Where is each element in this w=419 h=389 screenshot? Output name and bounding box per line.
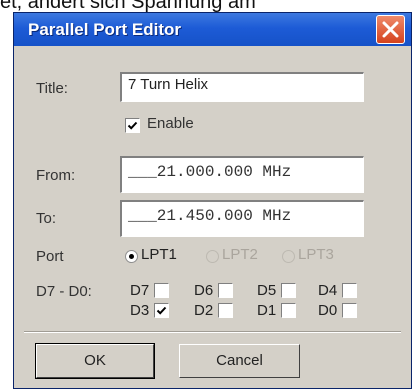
bit-d2-label: D2: [194, 302, 214, 319]
from-label: From:: [36, 167, 76, 184]
bit-d5-label: D5: [257, 282, 277, 299]
bit-d4-checkbox[interactable]: [342, 283, 357, 298]
bit-d1-label: D1: [257, 302, 277, 319]
bit-d6-checkbox[interactable]: [218, 283, 233, 298]
port-label: Port: [36, 248, 64, 265]
parallel-port-editor-dialog: Parallel Port Editor Title: 7 Turn Helix…: [13, 12, 412, 389]
bit-d1-checkbox[interactable]: [281, 303, 296, 318]
bit-d3-label: D3: [130, 302, 150, 319]
lpt3-radio: [282, 250, 295, 263]
ok-button[interactable]: OK: [35, 343, 155, 379]
title-label-text: Title:: [36, 80, 68, 97]
bits-label: D7 - D0:: [36, 283, 92, 300]
dialog-body: Title: 7 Turn Helix Enable From: ___21.0…: [14, 46, 411, 388]
to-label: To:: [36, 210, 57, 227]
bit-d7-label: D7: [130, 282, 150, 299]
lpt3-label: LPT3: [298, 246, 334, 263]
from-frequency-input[interactable]: ___21.000.000 MHz: [120, 156, 364, 193]
checkmark-icon: [156, 306, 167, 315]
bit-d3-checkbox[interactable]: [154, 303, 169, 318]
lpt2-radio: [206, 250, 219, 263]
bit-d4-label: D4: [318, 282, 338, 299]
to-frequency-input[interactable]: ___21.450.000 MHz: [120, 200, 364, 237]
lpt1-label: LPT1: [141, 246, 177, 263]
title-bar[interactable]: Parallel Port Editor: [14, 13, 411, 46]
bit-d2-checkbox[interactable]: [218, 303, 233, 318]
checkmark-icon: [127, 121, 138, 130]
enable-label: Enable: [147, 115, 194, 132]
bit-d0-checkbox[interactable]: [342, 303, 357, 318]
title-label: Title:: [36, 80, 68, 97]
title-input[interactable]: 7 Turn Helix: [120, 72, 364, 102]
window-title: Parallel Port Editor: [28, 20, 182, 39]
close-button[interactable]: [376, 15, 405, 44]
lpt2-label: LPT2: [222, 246, 258, 263]
bit-d0-label: D0: [318, 302, 338, 319]
close-icon: [382, 21, 399, 38]
bit-d7-checkbox[interactable]: [154, 283, 169, 298]
radio-selected-dot: [129, 254, 134, 259]
lpt1-radio[interactable]: [125, 250, 138, 263]
bit-d6-label: D6: [194, 282, 214, 299]
bit-d5-checkbox[interactable]: [281, 283, 296, 298]
enable-checkbox[interactable]: [125, 118, 140, 133]
cancel-button[interactable]: Cancel: [179, 344, 300, 378]
separator: [24, 331, 401, 333]
